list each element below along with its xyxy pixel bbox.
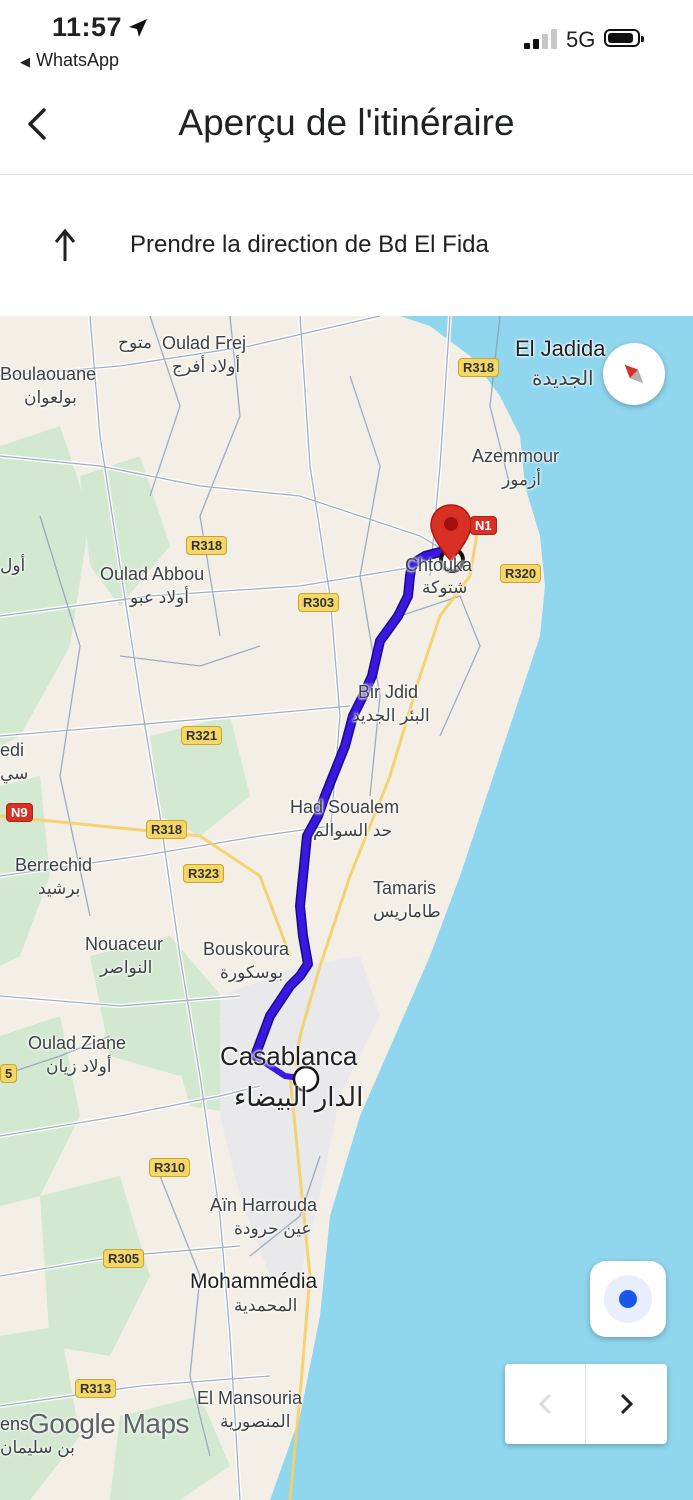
compass-button[interactable] [603,343,665,405]
route-map[interactable]: Oulad Frej أولاد أفرج متوح Boulaouane بو… [0,316,693,1500]
place-label: Berrechid [15,855,93,875]
partial-label: ens [0,1414,30,1434]
place-label-arabic: أولاد عبو [130,588,189,607]
chevron-right-icon [620,1393,634,1415]
direction-step[interactable]: Prendre la direction de Bd El Fida [0,175,693,316]
location-arrow-icon [129,19,147,37]
place-label-arabic: البئر الجديد [352,706,430,725]
place-label: Chtouka [405,555,473,575]
partial-label-arabic: متوح [118,333,152,352]
place-label-arabic: طاماريس [373,902,441,921]
back-triangle-icon: ◀ [20,54,30,69]
status-bar: 11:57 ◀ WhatsApp 5G [0,0,693,80]
road-shield: R318 [146,820,188,839]
page-title: Aperçu de l'itinéraire [178,102,515,143]
next-step-button[interactable] [586,1364,666,1444]
my-location-button[interactable] [590,1261,666,1337]
road-shield: R318 [186,536,228,555]
place-label-arabic: المنصورية [220,1412,291,1431]
cellular-signal-icon [524,29,558,49]
chevron-left-icon [538,1393,552,1415]
road-shield: R310 [149,1158,191,1177]
place-label-arabic: أزمور [502,470,542,489]
place-label: Bir Jdid [358,682,419,702]
place-label: Nouaceur [85,934,164,954]
place-label-arabic: بولعوان [24,388,77,407]
google-maps-logo: Google Maps [28,1408,190,1439]
road-shield: N1 [470,516,497,535]
step-instruction: Prendre la direction de Bd El Fida [130,231,489,258]
place-label: Mohammédia [190,1270,318,1293]
place-label: Had Soualem [290,797,400,817]
road-shield: N9 [6,803,33,822]
place-label-arabic: النواصر [100,958,153,977]
place-label: Aïn Harrouda [210,1195,318,1215]
road-shield: R305 [103,1249,145,1268]
road-shield: R320 [500,564,542,583]
place-label-arabic: الجديدة [532,368,594,390]
city-label: Casablanca [220,1041,358,1071]
compass-icon [624,364,644,384]
place-label: El Mansouria [197,1388,303,1408]
place-label: Bouskoura [203,939,290,959]
network-type: 5G [566,27,596,52]
place-label-arabic: برشيد [38,879,81,898]
road-shield: R321 [181,726,223,745]
place-label: Tamaris [373,878,437,898]
road-shield: R303 [298,593,340,612]
partial-label: سي [0,764,29,783]
place-label: Boulaouane [0,364,97,384]
place-label-arabic: حد السوالم [313,821,393,840]
road-shield: R323 [183,864,225,883]
place-label: Azemmour [472,446,560,466]
my-location-icon [604,1275,652,1323]
road-shield: R318 [458,358,500,377]
back-to-app-link[interactable]: ◀ WhatsApp [20,50,119,71]
city-label-arabic: الدار البيضاء [234,1082,364,1112]
straight-arrow-icon [54,228,76,261]
place-label: Oulad Frej [162,333,247,353]
place-label: Oulad Ziane [28,1033,127,1053]
place-label-arabic: بوسكورة [220,963,284,982]
partial-label: edi [0,740,25,760]
header-bar: Aperçu de l'itinéraire [0,80,693,175]
place-label: El Jadida [515,336,606,361]
status-time: 11:57 [52,12,123,42]
place-label-arabic: المحمدية [234,1296,298,1315]
road-shield: R313 [75,1379,117,1398]
partial-label-arabic: بن سليمان [0,1438,75,1457]
place-label-arabic: أولاد زيان [46,1057,112,1076]
place-label-arabic: شتوكة [422,578,468,597]
road-shield: 5 [0,1064,18,1083]
partial-label: أول [0,556,26,575]
previous-step-button[interactable] [505,1364,586,1444]
place-label-arabic: عين حرودة [234,1219,312,1238]
battery-icon [604,29,644,47]
back-app-label: WhatsApp [36,50,120,70]
place-label-arabic: أولاد أفرج [172,357,241,376]
place-label: Oulad Abbou [100,564,205,584]
step-pager [505,1364,667,1444]
